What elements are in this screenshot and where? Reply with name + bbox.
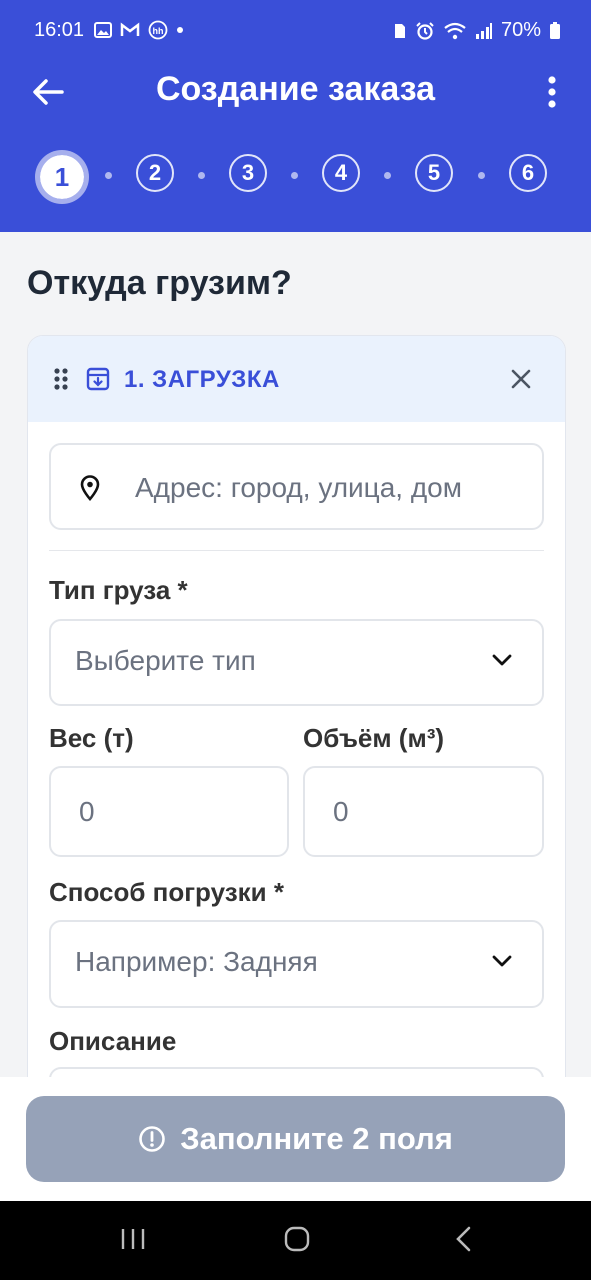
step-6[interactable]: 6: [509, 154, 547, 192]
more-notifications-icon: [177, 27, 183, 33]
loading-method-placeholder: Например: Задняя: [75, 946, 318, 977]
signal-icon: [475, 22, 492, 39]
step-3[interactable]: 3: [229, 154, 267, 192]
step-4[interactable]: 4: [322, 154, 360, 192]
step-1[interactable]: 1: [35, 150, 89, 204]
status-bar: 16:01 hh 70%: [0, 0, 591, 62]
loading-box-icon: [86, 367, 110, 391]
address-input[interactable]: Адрес: город, улица, дом: [49, 443, 544, 530]
section-heading: Откуда грузим?: [27, 264, 292, 302]
close-icon[interactable]: [510, 368, 532, 390]
back-nav-icon[interactable]: [452, 1225, 476, 1253]
wifi-icon: [444, 22, 466, 39]
alarm-icon: [416, 21, 434, 40]
step-5[interactable]: 5: [415, 154, 453, 192]
content-area: Откуда грузим? 1. ЗАГРУЗКА Адрес: город,…: [0, 232, 591, 1077]
page-title: Создание заказа: [155, 70, 436, 108]
submit-label: Заполните 2 поля: [180, 1121, 453, 1156]
header: 16:01 hh 70% Создание заказа 1 2 3 4 5 6: [0, 0, 591, 232]
system-nav-bar: [0, 1201, 591, 1280]
address-placeholder: Адрес: город, улица, дом: [135, 472, 463, 503]
cargo-type-label: Тип груза *: [49, 575, 188, 605]
step-separator: [291, 172, 298, 179]
svg-text:hh: hh: [153, 26, 164, 36]
step-separator: [105, 172, 112, 179]
chevron-down-icon: [492, 654, 512, 666]
gmail-icon: [120, 22, 140, 36]
weight-input[interactable]: 0: [49, 766, 289, 857]
status-time: 16:01: [34, 19, 85, 41]
weight-label: Вес (т): [49, 723, 134, 753]
stepper: 1 2 3 4 5 6: [0, 150, 591, 204]
description-input[interactable]: [49, 1067, 544, 1077]
app-bar: Создание заказа: [0, 62, 591, 122]
volume-label: Объём (м³): [303, 723, 445, 753]
loading-method-label: Способ погрузки *: [49, 877, 284, 907]
step-2[interactable]: 2: [136, 154, 174, 192]
bottom-action-bar: Заполните 2 поля: [0, 1077, 591, 1201]
cargo-type-placeholder: Выберите тип: [75, 645, 256, 676]
card-header: 1. ЗАГРУЗКА: [28, 336, 565, 422]
hh-icon: hh: [148, 20, 168, 40]
home-icon[interactable]: [283, 1225, 311, 1253]
weight-value: 0: [79, 796, 95, 827]
chevron-down-icon: [492, 955, 512, 967]
volume-input[interactable]: 0: [303, 766, 544, 857]
notification-icons: hh: [94, 20, 184, 40]
cargo-type-select[interactable]: Выберите тип: [49, 619, 544, 706]
gallery-icon: [94, 22, 112, 38]
step-separator: [384, 172, 391, 179]
step-separator: [478, 172, 485, 179]
description-label: Описание: [49, 1026, 177, 1056]
volume-value: 0: [333, 796, 349, 827]
more-options-icon[interactable]: [537, 72, 567, 112]
step-separator: [198, 172, 205, 179]
divider: [49, 550, 544, 551]
submit-button[interactable]: Заполните 2 поля: [26, 1096, 565, 1182]
battery-icon: [550, 21, 560, 39]
recent-apps-icon[interactable]: [119, 1225, 147, 1253]
location-pin-icon: [80, 475, 100, 501]
sim-icon: [394, 23, 405, 38]
battery-percent: 70%: [500, 19, 541, 41]
alert-circle-icon: [139, 1126, 166, 1152]
system-status-icons: 70%: [393, 19, 561, 42]
card-title: 1. ЗАГРУЗКА: [124, 366, 280, 393]
drag-handle-icon[interactable]: [54, 368, 68, 390]
loading-card: 1. ЗАГРУЗКА Адрес: город, улица, дом Тип…: [27, 335, 566, 1077]
loading-method-select[interactable]: Например: Задняя: [49, 920, 544, 1008]
